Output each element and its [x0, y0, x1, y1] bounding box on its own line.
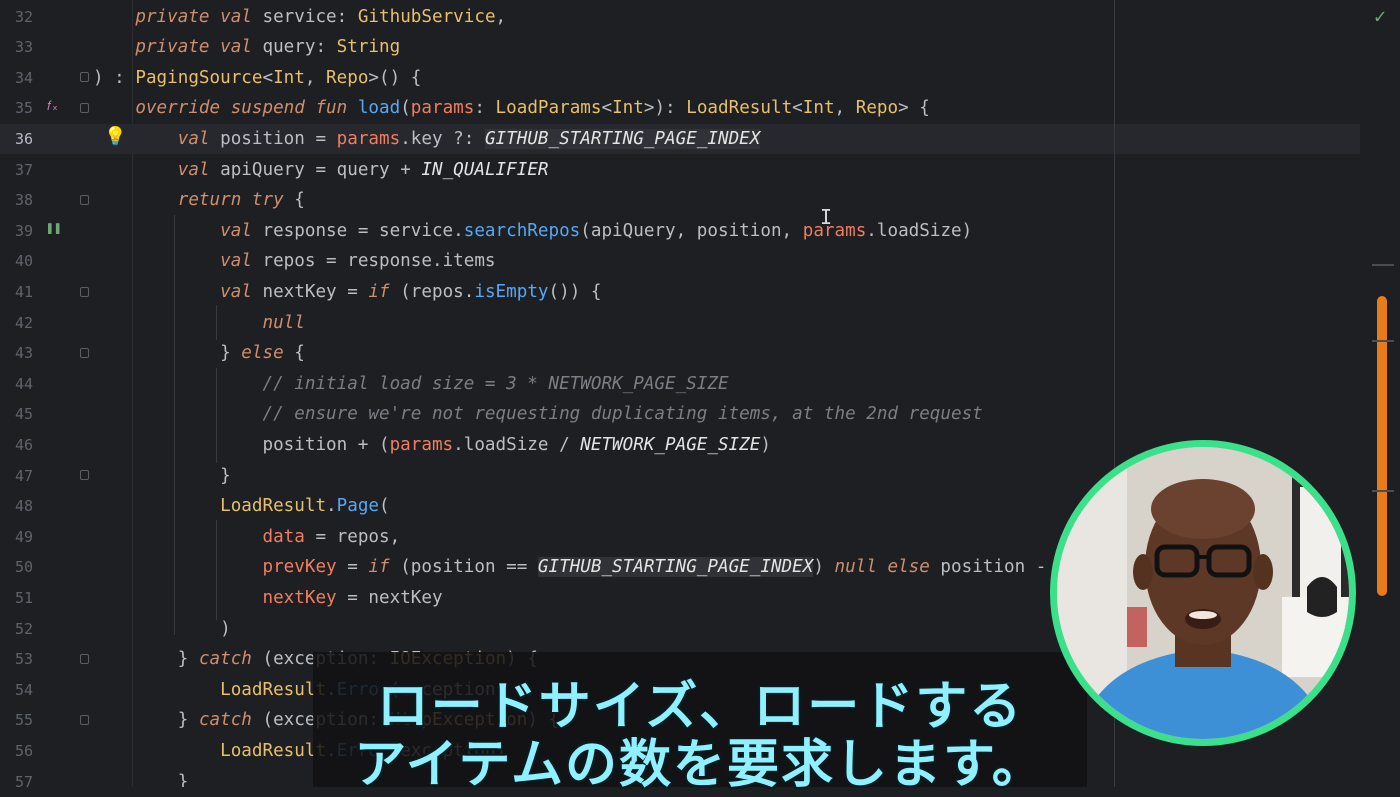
line-number[interactable]: 50	[0, 552, 33, 583]
code-text[interactable]: LoadResult.Page(	[93, 491, 390, 522]
code-text[interactable]: prevKey = if (position == GITHUB_STARTIN…	[93, 552, 1078, 583]
code-line[interactable]: 36 val position = params.key ?: GITHUB_S…	[0, 123, 1360, 155]
code-line[interactable]: 42 null	[0, 308, 1360, 339]
line-number[interactable]: 42	[0, 308, 33, 339]
code-text[interactable]: )	[93, 614, 231, 645]
code-text[interactable]: ) : PagingSource<Int, Repo>() {	[93, 63, 421, 94]
line-number[interactable]: 43	[0, 338, 33, 369]
line-number[interactable]: 55	[0, 705, 33, 736]
indent-guide	[216, 368, 217, 463]
line-number[interactable]: 51	[0, 583, 33, 614]
code-text[interactable]: val response = service.searchRepos(apiQu…	[93, 216, 972, 247]
code-text[interactable]: override suspend fun load(params: LoadPa…	[93, 93, 930, 124]
code-line[interactable]: 37 val apiQuery = query + IN_QUALIFIER	[0, 155, 1360, 186]
code-line[interactable]: 44 // initial load size = 3 * NETWORK_PA…	[0, 369, 1360, 400]
code-line[interactable]: 33 private val query: String	[0, 32, 1360, 63]
fold-marker-icon[interactable]	[80, 103, 89, 113]
code-line[interactable]: 35 override suspend fun load(params: Loa…	[0, 93, 1360, 124]
code-text[interactable]: }	[93, 461, 231, 492]
scrollbar-marker	[1372, 264, 1394, 266]
fold-marker-icon[interactable]	[80, 287, 89, 297]
code-line[interactable]: 41 val nextKey = if (repos.isEmpty()) {	[0, 277, 1360, 308]
line-number[interactable]: 48	[0, 491, 33, 522]
lightbulb-icon[interactable]: 💡	[104, 122, 126, 153]
line-number[interactable]: 47	[0, 461, 33, 492]
code-line[interactable]: 38 return try {	[0, 185, 1360, 216]
indent-guide	[216, 305, 217, 340]
function-recursive-icon[interactable]: 𝑓ₓ	[47, 92, 59, 123]
subtitle-line-2: アイテムの数を要求します。	[354, 735, 1046, 795]
fold-marker-icon[interactable]	[80, 715, 89, 725]
code-line[interactable]: 32 private val service: GithubService,	[0, 2, 1360, 33]
code-line[interactable]: 45 // ensure we're not requesting duplic…	[0, 399, 1360, 430]
code-text[interactable]: val repos = response.items	[93, 246, 495, 277]
line-number[interactable]: 39	[0, 216, 33, 247]
line-number[interactable]: 56	[0, 736, 33, 767]
code-text[interactable]: // ensure we're not requesting duplicati…	[93, 399, 982, 430]
line-number[interactable]: 32	[0, 2, 33, 33]
inspection-ok-icon[interactable]: ✓	[1374, 2, 1386, 30]
code-line[interactable]: 40 val repos = response.items	[0, 246, 1360, 277]
scrollbar-marker	[1372, 340, 1394, 342]
code-text[interactable]: } else {	[93, 338, 305, 369]
text-cursor-icon: I	[820, 205, 833, 229]
line-number[interactable]: 57	[0, 767, 33, 788]
line-number[interactable]: 52	[0, 614, 33, 645]
line-number[interactable]: 46	[0, 430, 33, 461]
fold-marker-icon[interactable]	[80, 470, 89, 480]
subtitle-caption: ロードサイズ、ロードする アイテムの数を要求します。	[313, 652, 1087, 795]
code-text[interactable]: position + (params.loadSize / NETWORK_PA…	[93, 430, 770, 461]
scrollbar-marker	[1372, 490, 1394, 492]
code-text[interactable]: null	[93, 308, 304, 339]
code-text[interactable]: return try {	[93, 185, 305, 216]
line-number[interactable]: 45	[0, 399, 33, 430]
code-line[interactable]: 43 } else {	[0, 338, 1360, 369]
webcam-overlay	[1050, 440, 1356, 746]
line-number[interactable]: 36	[0, 124, 33, 155]
code-line[interactable]: 34 ) : PagingSource<Int, Repo>() {	[0, 63, 1360, 94]
code-text[interactable]: val nextKey = if (repos.isEmpty()) {	[93, 277, 601, 308]
fold-marker-icon[interactable]	[80, 348, 89, 358]
code-text[interactable]: val apiQuery = query + IN_QUALIFIER	[93, 155, 549, 186]
line-number[interactable]: 38	[0, 185, 33, 216]
code-text[interactable]: private val query: String	[93, 32, 400, 63]
code-text[interactable]: private val service: GithubService,	[93, 2, 506, 33]
line-number[interactable]: 53	[0, 644, 33, 675]
code-text[interactable]: }	[93, 767, 189, 788]
code-text[interactable]: val position = params.key ?: GITHUB_STAR…	[93, 124, 761, 155]
line-number[interactable]: 37	[0, 155, 33, 186]
code-text[interactable]: nextKey = nextKey	[93, 583, 442, 614]
indent-guide	[174, 215, 175, 635]
line-number[interactable]: 44	[0, 369, 33, 400]
line-number[interactable]: 40	[0, 246, 33, 277]
code-text[interactable]: // initial load size = 3 * NETWORK_PAGE_…	[93, 369, 728, 400]
line-number[interactable]: 49	[0, 522, 33, 553]
line-number[interactable]: 41	[0, 277, 33, 308]
line-number[interactable]: 35	[0, 93, 33, 124]
fold-marker-icon[interactable]	[80, 195, 89, 205]
fold-marker-icon[interactable]	[80, 72, 89, 82]
line-number[interactable]: 34	[0, 63, 33, 94]
code-line[interactable]: 39 val response = service.searchRepos(ap…	[0, 216, 1360, 247]
pause-icon[interactable]: ❚❚	[46, 214, 62, 245]
line-number[interactable]: 33	[0, 32, 33, 63]
presenter-avatar	[1057, 447, 1349, 739]
fold-marker-icon[interactable]	[80, 654, 89, 664]
line-number[interactable]: 54	[0, 675, 33, 706]
indent-guide	[216, 520, 217, 620]
code-text[interactable]: data = repos,	[93, 522, 400, 553]
